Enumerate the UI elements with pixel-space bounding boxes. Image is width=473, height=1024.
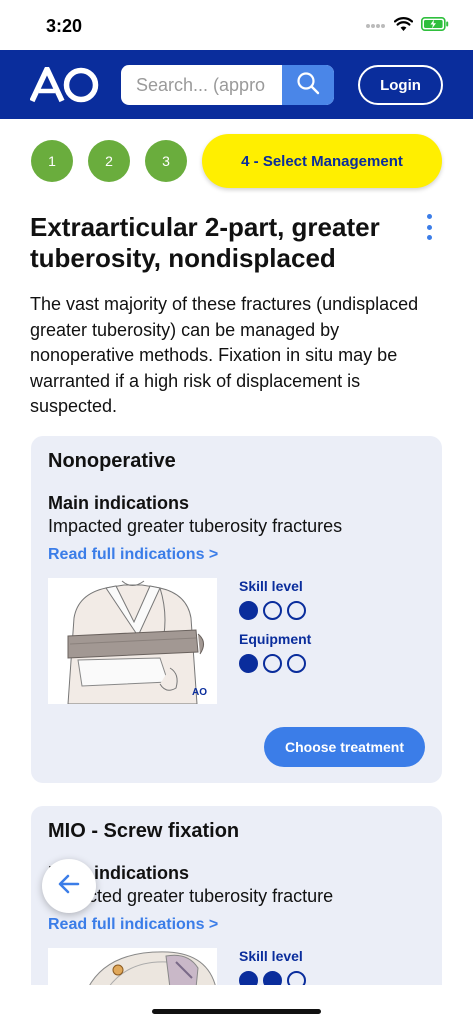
equipment-dot-2 — [263, 654, 282, 673]
indications-text: Impacted greater tuberosity fractures — [48, 516, 343, 536]
read-indications-link[interactable]: Read full indications > — [48, 916, 218, 934]
home-indicator[interactable] — [152, 1009, 321, 1014]
search-bar — [121, 65, 334, 105]
card-title: MIO - Screw fixation — [48, 820, 240, 842]
step-3[interactable]: 3 — [145, 140, 187, 182]
skill-level-dots — [239, 601, 306, 620]
card-title: Nonoperative — [48, 450, 176, 472]
step-1[interactable]: 1 — [31, 140, 73, 182]
skill-level-label: Skill level — [239, 578, 303, 594]
search-input[interactable] — [121, 65, 282, 105]
treatment-card-mio-screw-fixation: MIO - Screw fixation Main indications Im… — [31, 806, 442, 1024]
arrow-left-icon — [57, 872, 81, 901]
battery-icon — [421, 16, 449, 36]
wifi-icon — [393, 16, 414, 36]
step-2[interactable]: 2 — [88, 140, 130, 182]
equipment-dot-3 — [287, 654, 306, 673]
image-watermark: AO — [192, 687, 207, 698]
step-indicator: 1 2 3 4 - Select Management — [0, 133, 473, 189]
indications-heading: Main indications — [48, 493, 190, 513]
search-icon — [296, 71, 320, 100]
signal-icon — [366, 17, 386, 35]
more-options-icon[interactable] — [422, 214, 436, 240]
intro-text: The vast majority of these fractures (un… — [30, 294, 419, 416]
skill-dot-2 — [263, 601, 282, 620]
read-indications-link[interactable]: Read full indications > — [48, 546, 218, 564]
login-button[interactable]: Login — [358, 65, 443, 105]
equipment-label: Equipment — [239, 631, 312, 647]
sling-illustration[interactable]: AO — [48, 578, 217, 704]
page-title: Extraarticular 2-part, greater tuberosit… — [30, 212, 380, 273]
status-bar: 3:20 — [0, 0, 473, 50]
skill-dot-1 — [239, 601, 258, 620]
ao-logo[interactable] — [29, 66, 100, 103]
treatment-card-nonoperative: Nonoperative Main indications Impacted g… — [31, 436, 442, 783]
bottom-bar — [0, 985, 473, 1024]
step-4-active[interactable]: 4 - Select Management — [202, 134, 442, 188]
skill-level-label: Skill level — [239, 948, 303, 964]
back-button[interactable] — [42, 859, 96, 913]
search-button[interactable] — [282, 65, 334, 105]
equipment-dot-1 — [239, 654, 258, 673]
status-time: 3:20 — [46, 16, 83, 36]
choose-treatment-button[interactable]: Choose treatment — [264, 727, 425, 767]
skill-dot-3 — [287, 601, 306, 620]
equipment-dots — [239, 654, 306, 673]
status-icons — [366, 16, 449, 36]
app-header: Login — [0, 50, 473, 119]
